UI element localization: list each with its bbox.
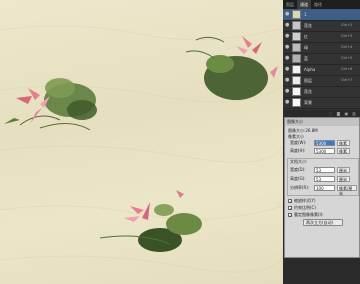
height-unit-select[interactable]: 像素 [337, 148, 350, 154]
layer-shortcut: Ctrl+5 [341, 56, 353, 60]
save-selection-icon[interactable]: ◙ [337, 110, 341, 117]
eye-icon[interactable]: ● [285, 56, 290, 61]
width-input[interactable]: 5300 [314, 140, 335, 146]
layer-shortcut: Ctrl+2 [341, 23, 353, 27]
height-input[interactable]: 5300 [314, 148, 335, 154]
tab-channels[interactable]: 通道 [297, 0, 311, 9]
scale-styles-label: 缩放样式(Y) [294, 198, 316, 203]
doc-height-label: 高度(G): [290, 176, 306, 181]
layer-thumbnail [292, 21, 301, 30]
eye-icon[interactable]: ● [285, 67, 290, 72]
tab-layers[interactable]: 图层 [283, 0, 297, 9]
eye-icon[interactable]: ● [285, 34, 290, 39]
layer-thumbnail [292, 98, 301, 107]
panel-footer: ◌ ◙ ▣ ▥ [283, 110, 360, 117]
layer-thumbnail [292, 76, 301, 85]
layer-name: 图层 [304, 78, 312, 83]
constrain-proportions-checkbox[interactable]: ✓ [288, 206, 292, 211]
panel-bottom-area [283, 258, 360, 284]
eye-icon[interactable]: ● [285, 89, 290, 94]
resolution-input[interactable]: 100 [314, 185, 335, 191]
width-label: 宽度(W): [290, 140, 307, 145]
doc-width-label: 宽度(D): [290, 167, 306, 172]
dialog-title: 图像大小 [285, 118, 359, 126]
layer-shortcut: Ctrl+6 [341, 67, 353, 71]
eye-icon[interactable]: ● [285, 23, 290, 28]
resample-label: 重定图像像素(I): [294, 212, 324, 217]
layer-name: Alpha [304, 67, 316, 72]
eye-icon[interactable]: ● [285, 45, 290, 50]
eye-icon[interactable]: ● [285, 12, 290, 17]
load-selection-icon[interactable]: ◌ [329, 110, 333, 117]
doc-height-input[interactable]: 53 [314, 176, 335, 182]
layer-name: 莲花 [304, 23, 312, 28]
scale-styles-checkbox[interactable]: ✓ [288, 199, 292, 204]
new-channel-icon[interactable]: ▣ [344, 110, 348, 117]
layer-thumbnail [292, 54, 301, 63]
layer-list: ● 1 ● 莲花 Ctrl+2 ● 红 Ctrl+3 ● 绿 Ctrl+4 ● … [283, 9, 360, 110]
layer-name: 背景 [304, 100, 312, 105]
lotus-cluster-left [4, 78, 97, 131]
doc-width-unit-select[interactable]: 厘米 [337, 167, 350, 173]
image-size-dialog: 图像大小 图像大小:26.8M 像素大小 宽度(W): 5300 像素 高度(H… [284, 117, 360, 258]
layer-name: 蓝 [304, 56, 308, 61]
document-size-heading: 文档大小: [290, 159, 308, 164]
trash-icon[interactable]: ▥ [352, 110, 356, 117]
width-unit-select[interactable]: 像素 [337, 140, 350, 146]
tab-paths[interactable]: 路径 [311, 0, 325, 9]
constrain-proportions-label: 约束比例(C) [294, 205, 316, 210]
layer-shortcut: Ctrl+7 [341, 78, 353, 82]
layer-name: 莲花 [304, 89, 312, 94]
resolution-label: 分辨率(R): [290, 185, 310, 190]
resample-checkbox[interactable]: ✓ [288, 213, 292, 218]
layer-shortcut: Ctrl+3 [341, 34, 353, 38]
layer-thumbnail [292, 87, 301, 96]
resolution-unit-select[interactable]: 像素/厘米 [337, 185, 357, 196]
image-size-label: 图像大小:26.8M [288, 128, 318, 133]
layer-name: 红 [304, 34, 308, 39]
doc-width-input[interactable]: 53 [314, 167, 335, 173]
doc-height-unit-select[interactable]: 厘米 [337, 176, 350, 182]
layer-name: 绿 [304, 45, 308, 50]
pixel-dimensions-heading: 像素大小 [288, 134, 304, 139]
image-canvas[interactable] [0, 0, 283, 284]
eye-icon[interactable]: ● [285, 78, 290, 83]
layer-name: 1 [304, 12, 307, 17]
layer-thumbnail [292, 65, 301, 74]
layer-thumbnail [292, 32, 301, 41]
lotus-cluster-top-right [185, 36, 278, 100]
layer-shortcut: Ctrl+4 [341, 45, 353, 49]
layer-thumbnail [292, 10, 301, 19]
lotus-cluster-bottom [99, 190, 202, 252]
lotus-painting [0, 25, 283, 273]
eye-icon[interactable]: ● [285, 100, 290, 105]
panel-tabbar: 图层 通道 路径 [283, 0, 360, 9]
layer-row[interactable]: ● 背景 [283, 97, 360, 109]
resample-method-select[interactable]: 两次立方(自动) [303, 219, 343, 226]
height-label: 高度(H): [290, 148, 306, 153]
layer-thumbnail [292, 43, 301, 52]
